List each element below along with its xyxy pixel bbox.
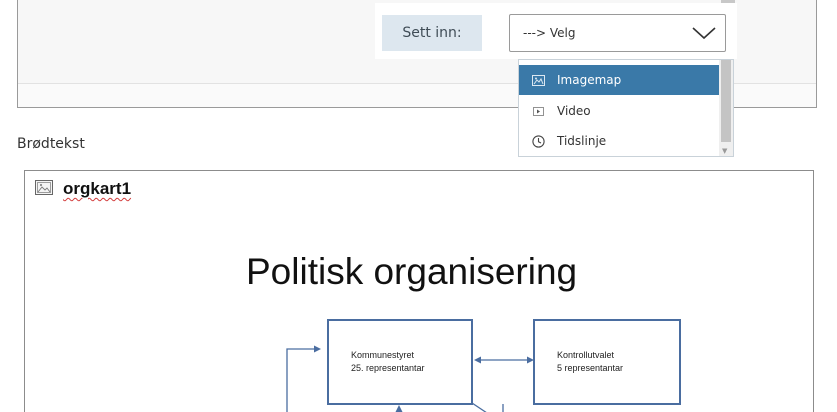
org-box-line: Kommunestyret <box>351 350 415 360</box>
dropdown-item-imagemap[interactable]: Imagemap <box>519 65 719 95</box>
dropdown-item-label: Video <box>557 104 591 118</box>
insert-type-select[interactable]: ---> Velg <box>509 14 726 52</box>
scroll-down-arrow-icon[interactable]: ▼ <box>722 147 727 155</box>
org-box-kommunestyret: Kommunestyret 25. representantar <box>327 319 473 405</box>
video-icon <box>531 104 545 118</box>
image-icon <box>531 73 545 87</box>
insert-label: Sett inn: <box>382 15 482 51</box>
dropdown-item-tidslinje[interactable]: Tidslinje <box>519 126 719 156</box>
select-value: ---> Velg <box>523 26 576 40</box>
org-box-kontrollutvalet: Kontrollutvalet 5 representantar <box>533 319 681 405</box>
insert-row: Sett inn: ---> Velg <box>375 3 737 59</box>
dropdown-item-label: Tidslinje <box>557 134 607 148</box>
org-box-line: 5 representantar <box>557 363 624 373</box>
org-box-line: Kontrollutvalet <box>557 350 615 360</box>
section-label-brodtekst: Brødtekst <box>17 136 85 152</box>
dropdown-item-video[interactable]: Video <box>519 96 719 126</box>
dropdown-scrollbar[interactable]: ▼ <box>719 60 733 156</box>
dropdown-scrollbar-thumb[interactable] <box>721 60 731 142</box>
dropdown-item-label: Imagemap <box>557 73 622 87</box>
body-text-editor[interactable]: orgkart1 Politisk organisering Kommunest… <box>24 170 814 412</box>
chevron-down-icon[interactable] <box>691 22 717 48</box>
insert-type-dropdown: Imagemap Video Tidslinje ▼ <box>518 59 734 157</box>
clock-icon <box>531 134 545 148</box>
org-box-line: 25. representantar <box>351 363 425 373</box>
